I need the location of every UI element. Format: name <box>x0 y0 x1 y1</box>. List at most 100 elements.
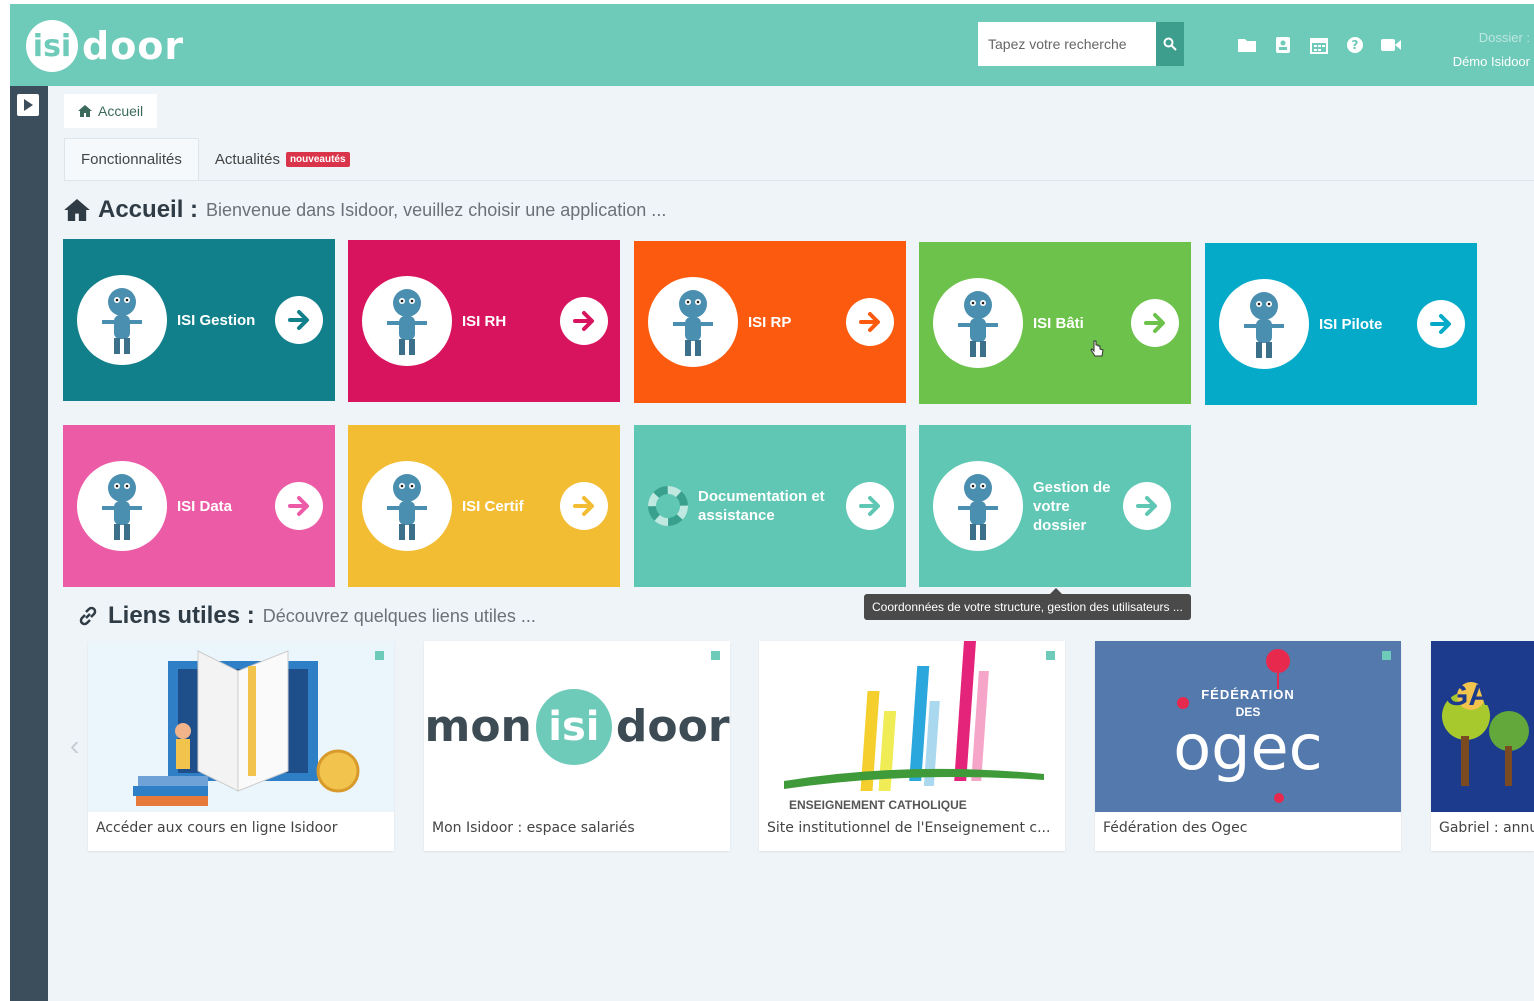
card-image: ENSEIGNEMENT CATHOLIQUE <box>759 641 1065 812</box>
app-tile[interactable]: ISI RP <box>634 241 906 403</box>
mon-isidoor-logo-circle: isi <box>535 688 612 765</box>
enseignement-logo-text: ENSEIGNEMENT CATHOLIQUE <box>789 798 967 812</box>
app-tile-label: Documentation et assistance <box>698 488 825 524</box>
sidebar-toggle-button[interactable] <box>17 94 39 116</box>
ogec-logo-top: FÉDÉRATION <box>1201 687 1295 702</box>
helm-icon <box>1244 292 1284 358</box>
folder-icon[interactable] <box>1236 34 1258 56</box>
dossier-label: Dossier : <box>1478 30 1530 45</box>
mascot-image <box>1219 279 1309 369</box>
card-image: mon isi door <box>424 641 730 812</box>
arrow-right-icon[interactable] <box>846 482 894 530</box>
accueil-subtitle: Bienvenue dans Isidoor, veuillez choisir… <box>206 199 667 220</box>
app-tile-label: ISI Certif <box>462 497 524 515</box>
link-card-enseignement[interactable]: ENSEIGNEMENT CATHOLIQUE Site institution… <box>759 641 1065 851</box>
card-caption: Mon Isidoor : espace salariés <box>432 820 635 836</box>
app-tile[interactable]: ISI Certif <box>348 425 620 587</box>
briefcase-icon <box>102 288 142 354</box>
card-image: GA <box>1431 641 1534 812</box>
books-illustration <box>133 650 360 806</box>
card-image: FÉDÉRATION DES ogec <box>1095 641 1401 812</box>
app-tile[interactable]: ISI RH <box>348 240 620 402</box>
liens-heading: Liens utiles : Découvrez quelques liens … <box>76 602 536 630</box>
app-tile[interactable]: Documentation et assistance <box>634 425 906 587</box>
mascot-image <box>933 278 1023 368</box>
home-icon <box>78 105 92 117</box>
logo-circle: isi <box>26 20 78 72</box>
top-bar: isi door ? Dossier : Démo Isidoor <box>10 4 1534 86</box>
search-input[interactable] <box>978 22 1156 66</box>
card-caption: Fédération des Ogec <box>1103 820 1248 836</box>
arrow-right-icon[interactable] <box>1131 299 1179 347</box>
calendar-icon[interactable] <box>1308 34 1330 56</box>
accueil-heading: Accueil : Bienvenue dans Isidoor, veuill… <box>64 196 666 224</box>
arrow-right-icon[interactable] <box>275 296 323 344</box>
app-tile[interactable]: ISI Pilote <box>1205 243 1477 405</box>
mascot-image <box>362 276 452 366</box>
search-button[interactable] <box>1156 22 1184 66</box>
team-icon <box>387 289 427 355</box>
app-tile-label: ISI Data <box>177 497 233 515</box>
app-tile[interactable]: Gestion de votre dossier <box>919 425 1191 587</box>
gabriel-logo <box>1442 682 1529 786</box>
dossier-value: Démo Isidoor <box>1452 54 1530 69</box>
app-tile-label: ISI Pilote <box>1319 315 1383 333</box>
mascot-image <box>77 461 167 551</box>
gears-icon <box>673 290 713 356</box>
arrow-right-icon[interactable] <box>846 298 894 346</box>
link-card-ogec[interactable]: FÉDÉRATION DES ogec Fédération des Ogec <box>1095 641 1401 851</box>
search-icon <box>1163 37 1177 51</box>
carousel-prev-button[interactable]: ‹ <box>70 730 79 762</box>
lifebuoy-icon <box>648 486 688 526</box>
liens-title: Liens utiles : <box>108 602 255 629</box>
link-card-gabriel[interactable]: GA Gabriel : annu <box>1431 641 1534 851</box>
isidoor-logo[interactable]: isi door <box>26 18 184 74</box>
wave-hand-icon <box>958 474 998 540</box>
sidebar <box>10 86 48 1001</box>
app-tile-label: ISI Gestion <box>177 311 256 329</box>
breadcrumb[interactable]: Accueil <box>64 94 158 128</box>
card-caption: Accéder aux cours en ligne Isidoor <box>96 820 338 836</box>
tooltip: Coordonnées de votre structure, gestion … <box>864 588 1191 620</box>
dossier-info[interactable]: Dossier : Démo Isidoor <box>1453 26 1530 74</box>
logo-text: door <box>82 24 185 68</box>
mascot-image <box>648 277 738 367</box>
link-icon <box>79 606 97 626</box>
graduation-cap-icon <box>387 474 427 540</box>
card-corner-marker <box>1382 651 1391 660</box>
mascot-image <box>933 461 1023 551</box>
breadcrumb-label: Accueil <box>98 103 144 119</box>
card-corner-marker <box>375 651 384 660</box>
enseignement-logo <box>784 641 1044 791</box>
app-tile-label: Gestion de votre dossier <box>1033 478 1111 534</box>
tab-label: Fonctionnalités <box>81 151 182 168</box>
app-tile[interactable]: ISI Data <box>63 425 335 587</box>
link-card-mon-isidoor[interactable]: mon isi door Mon Isidoor : espace salari… <box>424 641 730 851</box>
app-tile-label: ISI Bâti <box>1033 314 1084 332</box>
tab-fonctionnalites[interactable]: Fonctionnalités <box>64 138 199 180</box>
search-bar <box>978 22 1184 66</box>
help-icon[interactable]: ? <box>1344 34 1366 56</box>
mouse-cursor-icon <box>1090 340 1104 357</box>
app-tile-label: ISI RP <box>748 313 792 331</box>
app-tile[interactable]: ISI Bâti <box>919 242 1191 404</box>
video-icon[interactable] <box>1380 34 1402 56</box>
app-tile[interactable]: ISI Gestion <box>63 239 335 401</box>
arrow-right-icon[interactable] <box>560 297 608 345</box>
arrow-right-icon[interactable] <box>1417 300 1465 348</box>
card-image <box>88 641 394 812</box>
arrow-right-icon[interactable] <box>275 482 323 530</box>
arrow-right-icon[interactable] <box>560 482 608 530</box>
arrow-right-icon[interactable] <box>1123 482 1171 530</box>
tabs: Fonctionnalités Actualités nouveautés <box>64 138 366 180</box>
card-caption: Site institutionnel de l'Enseignement c.… <box>767 820 1051 836</box>
laptop-icon <box>102 474 142 540</box>
ogec-logo-main: ogec <box>1173 711 1323 784</box>
svg-text:?: ? <box>1352 38 1359 52</box>
news-badge: nouveautés <box>285 151 350 167</box>
app-tile-label: ISI RH <box>462 312 507 330</box>
tab-actualites[interactable]: Actualités nouveautés <box>199 138 366 180</box>
contact-card-icon[interactable] <box>1272 34 1294 56</box>
card-corner-marker <box>1046 651 1055 660</box>
link-card-cours[interactable]: Accéder aux cours en ligne Isidoor <box>88 641 394 851</box>
